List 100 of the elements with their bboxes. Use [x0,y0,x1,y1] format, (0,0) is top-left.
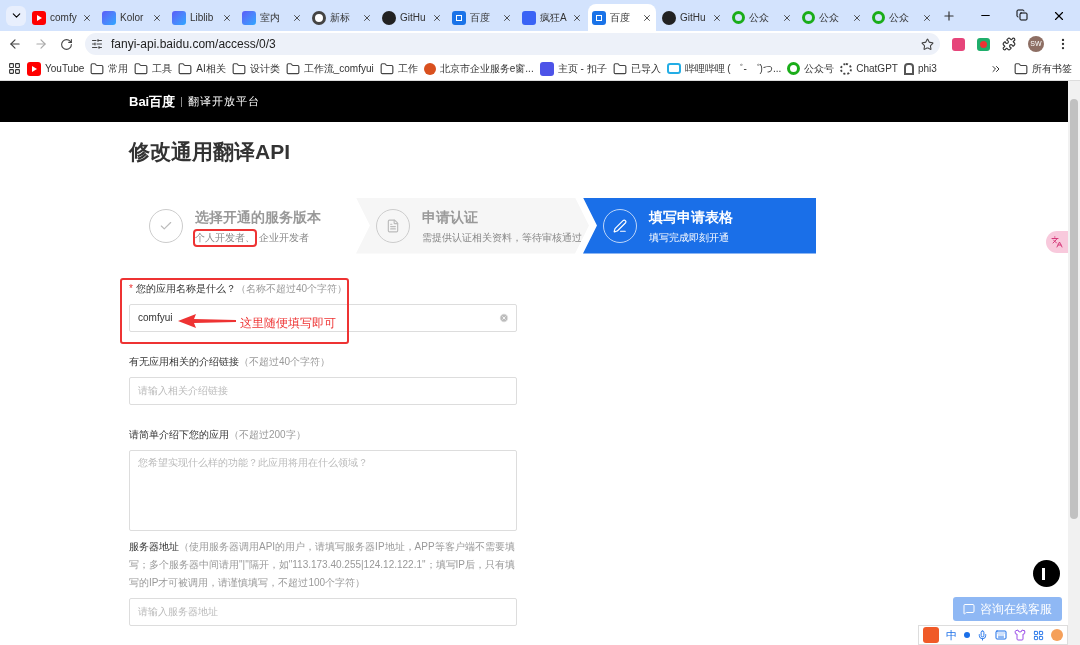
tab-title: Liblib [190,11,215,25]
assistant-icon[interactable] [1033,560,1060,587]
close-icon[interactable] [572,12,582,23]
ring-icon [732,11,745,24]
field-label: 您的应用名称是什么？（名称不超过40个字符） [135,281,348,296]
url-text: fanyi-api.baidu.com/access/0/3 [111,36,277,53]
close-icon[interactable] [712,12,722,23]
step-subtitle: 填写完成即刻开通 [649,230,729,245]
keyboard-icon[interactable] [995,629,1007,641]
arrow-icon [178,314,236,328]
close-icon[interactable] [82,12,92,23]
tab-title: 公众 [749,11,770,25]
extension-icon[interactable] [952,37,965,51]
site-settings-icon[interactable] [91,38,103,50]
tab-title: 百度 [610,11,631,25]
close-icon[interactable] [222,12,232,23]
input-mode-toggle[interactable]: 中 [946,626,957,644]
browser-tab[interactable]: comfy [28,4,96,31]
close-icon[interactable] [782,12,792,23]
robot-icon [903,62,914,75]
folder-icon [231,61,246,76]
tab-title: 公众 [819,11,840,25]
folder-icon [612,61,627,76]
browser-tab[interactable]: GitHu [658,4,726,31]
bookmark-item[interactable]: 工作流_comfyui [285,61,374,76]
extension-icon[interactable] [977,37,990,51]
step-title: 填写申请表格 [649,207,733,227]
tab-title: 疯狂A [540,11,568,25]
folder-icon [379,61,394,76]
emblem-icon [423,62,436,75]
bookmark-item[interactable]: 北京市企业服务e窗... [423,61,534,76]
bookmark-item[interactable]: phi3 [903,61,937,76]
bookmark-item[interactable]: 设计类 [231,61,280,76]
tab-title: Kolor [120,11,145,25]
back-icon[interactable] [8,37,22,51]
restore-icon[interactable] [1016,8,1028,21]
grid-icon[interactable] [1033,629,1044,641]
ring-icon [872,11,885,24]
browser-tab[interactable]: GitHu [378,4,446,31]
platform-name: 翻译开放平台 [188,94,261,110]
browser-tab[interactable]: 公众 [798,4,866,31]
annotation-text: 这里随便填写即可 [240,315,336,332]
browser-tab[interactable]: 公众 [728,4,796,31]
bookmark-item[interactable]: YouTube [27,61,85,76]
tab-title: 百度 [470,11,491,25]
browser-tab[interactable]: Kolor [98,4,166,31]
bookmark-item[interactable]: 主页 - 扣子 [539,61,607,76]
close-icon[interactable] [152,12,162,23]
bookmark-item[interactable]: ChatGPT [840,61,898,76]
close-icon[interactable] [432,12,442,23]
video-icon [32,10,46,25]
browser-tab[interactable]: 百度 [588,4,656,31]
browser-tab[interactable]: 公众 [868,4,936,31]
folder-icon [90,61,105,76]
bookmark-item[interactable]: 哔哩哔哩 ( ゜- ゜)つ... [666,61,782,76]
tab-title: 公众 [889,11,910,25]
all-bookmarks-item[interactable]: 所有书签 [1008,61,1072,76]
tab-title: 室内 [260,11,281,25]
extensions-icon[interactable] [1002,37,1016,51]
browser-tab[interactable]: 百度 [448,4,516,31]
bookmark-item[interactable]: 工具 [134,61,173,76]
ring-icon [802,11,815,24]
close-icon[interactable] [642,12,652,23]
bookmark-item[interactable]: 公众号 [787,61,835,76]
bookmark-item[interactable]: 常用 [90,61,129,76]
address-bar[interactable]: fanyi-api.baidu.com/access/0/3 [85,33,940,55]
new-tab-icon[interactable] [942,8,956,23]
translate-icon[interactable] [1046,231,1068,253]
reload-icon[interactable] [60,37,73,51]
step-title: 选择开通的服务版本 [195,207,321,227]
app-icon [172,10,186,25]
tab-title: comfy [50,11,78,25]
browser-tab[interactable]: 新标 [308,4,376,31]
punctuation-icon[interactable] [964,632,970,638]
site-logo[interactable]: Bai百度 [129,91,176,112]
tab-title: GitHu [400,11,427,25]
browser-tab[interactable]: 疯狂A [518,4,586,31]
close-icon[interactable] [502,12,512,23]
tab-list-button[interactable] [6,5,26,26]
shirt-icon[interactable] [1014,629,1026,641]
close-icon[interactable] [362,12,372,23]
tab-title: GitHu [680,11,707,25]
bookmark-item[interactable]: 已导入 [612,61,661,76]
scrollbar[interactable] [1068,81,1080,645]
apps-icon[interactable] [8,62,21,75]
field-label: 服务器地址（使用服务器调用API的用户，请填写服务器IP地址，APP等客户端不需要填写；多个服务器中间请用"|"隔开，如"113.173.40.255|124.12.122.1"；填写IP后，只有填写的IP才可被调用，请谨慎填写，不超过100个字符） [129,539,516,590]
browser-tab[interactable]: Liblib [168,4,236,31]
step-title: 申请认证 [422,207,478,227]
input-field[interactable]: 请输入相关介绍链接 [129,376,517,405]
close-icon[interactable] [852,12,862,23]
bookmark-item[interactable]: 工作 [379,61,418,76]
bookmark-star-icon[interactable] [921,37,934,51]
close-icon[interactable] [922,12,932,23]
microphone-icon[interactable] [977,629,988,641]
close-icon[interactable] [292,12,302,23]
app-icon [242,10,256,25]
browser-tab[interactable]: 室内 [238,4,306,31]
logo-icon [539,61,554,76]
chat-icon [963,603,975,615]
bookmark-item[interactable]: AI相关 [178,61,226,76]
